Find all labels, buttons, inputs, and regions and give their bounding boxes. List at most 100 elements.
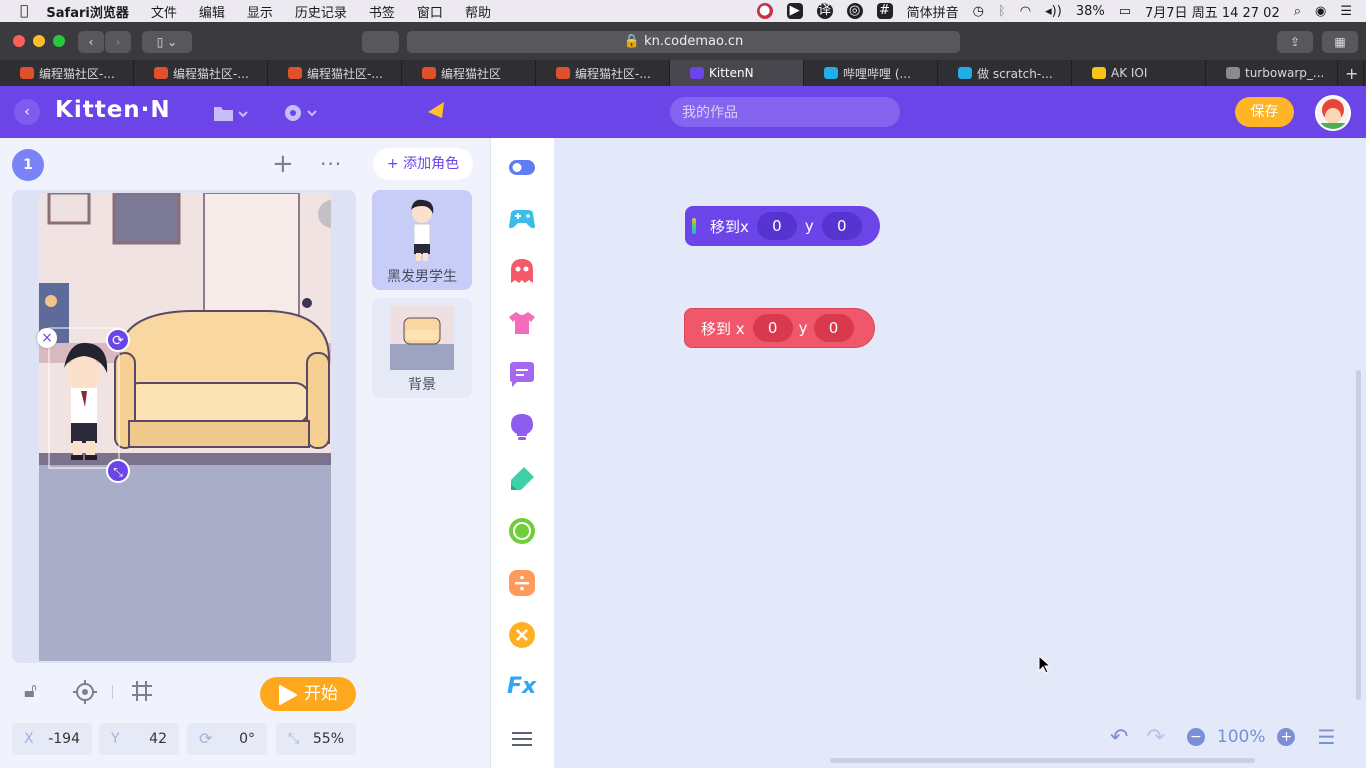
toolbar-pointer-icon[interactable] xyxy=(426,100,448,120)
wechat-icon[interactable]: ◎ xyxy=(846,3,863,19)
code-workspace[interactable]: 移到x 0 y 0 移到 x 0 y 0 xyxy=(554,138,1366,768)
menu-window[interactable]: 窗口 xyxy=(417,2,443,21)
cross-icon[interactable] xyxy=(507,620,537,650)
close-window-button[interactable] xyxy=(13,35,25,47)
folder-icon[interactable] xyxy=(212,104,250,122)
divide-icon[interactable] xyxy=(507,568,537,598)
sprite-card-student[interactable]: 黑发男学生 xyxy=(372,190,472,290)
play-icon[interactable]: ▶ xyxy=(786,3,803,19)
y-input[interactable]: 0 xyxy=(813,314,854,342)
input-method-label[interactable]: 简体拼音 xyxy=(907,2,959,21)
tab-4[interactable]: 编程猫社区-... xyxy=(536,60,670,86)
grid-icon[interactable] xyxy=(131,680,153,702)
x-coordinate-field[interactable]: X -194 xyxy=(12,723,92,755)
tab-3[interactable]: 编程猫社区 xyxy=(402,60,536,86)
shirt-icon[interactable] xyxy=(507,308,537,338)
sprite-card-background[interactable]: 背景 xyxy=(372,298,472,398)
toggle-icon[interactable] xyxy=(507,152,537,182)
target-center-icon[interactable] xyxy=(73,680,97,704)
gamepad-icon[interactable] xyxy=(507,204,537,234)
tab-9[interactable]: turbowarp_... xyxy=(1206,60,1338,86)
share-icon[interactable]: ⇪ xyxy=(1277,31,1313,53)
menu-icon[interactable] xyxy=(507,724,537,754)
more-options-icon[interactable]: ··· xyxy=(320,152,342,176)
bulb-icon[interactable] xyxy=(507,412,537,442)
record-icon[interactable]: ● xyxy=(756,3,773,19)
stage-canvas[interactable] xyxy=(39,193,331,661)
sidebar-toggle-icon[interactable]: ▯ ⌄ xyxy=(142,31,192,53)
add-sprite-button[interactable]: + 添加角色 xyxy=(373,148,473,180)
spotlight-icon[interactable]: ⌕ xyxy=(1294,4,1301,19)
y-input[interactable]: 0 xyxy=(821,212,862,240)
ghost-icon[interactable] xyxy=(507,256,537,286)
scene-number-badge[interactable]: 1 xyxy=(12,149,44,181)
battery-icon[interactable]: ▭ xyxy=(1119,4,1131,19)
app-logo[interactable]: Kitten·N xyxy=(55,97,171,123)
zoom-window-button[interactable] xyxy=(53,35,65,47)
menu-file[interactable]: 文件 xyxy=(151,2,177,21)
y-coordinate-field[interactable]: Y 42 xyxy=(99,723,179,755)
wifi-icon[interactable]: ◠ xyxy=(1020,4,1031,19)
new-tab-button[interactable]: + xyxy=(1338,60,1364,86)
settings-gear-icon[interactable] xyxy=(283,103,321,123)
bluetooth-icon[interactable]: ᛒ xyxy=(998,4,1006,19)
scale-field[interactable]: ⤡ 55% xyxy=(276,723,356,755)
tab-2[interactable]: 编程猫社区-... xyxy=(268,60,402,86)
control-center-icon[interactable]: ☰ xyxy=(1340,4,1352,19)
resize-sprite-icon[interactable]: ⤡ xyxy=(106,459,130,483)
add-scene-icon[interactable]: + xyxy=(272,151,294,177)
start-button[interactable]: 开始 xyxy=(260,677,356,711)
tab-6[interactable]: 哔哩哔哩 (... xyxy=(804,60,938,86)
move-to-xy-block-red[interactable]: 移到 x 0 y 0 xyxy=(684,308,875,348)
rotation-value: 0° xyxy=(239,731,255,747)
rotate-sprite-icon[interactable]: ⟳ xyxy=(106,328,130,352)
circle-icon[interactable] xyxy=(507,516,537,546)
tab-label: 编程猫社区 xyxy=(441,66,502,81)
back-icon[interactable]: ‹ xyxy=(78,31,104,53)
menu-view[interactable]: 显示 xyxy=(247,2,273,21)
time-machine-icon[interactable]: ◷ xyxy=(973,4,984,19)
move-to-xy-block[interactable]: 移到x 0 y 0 xyxy=(685,206,880,246)
speech-bubble-icon[interactable] xyxy=(507,360,537,390)
clock[interactable]: 7月7日 周五 14 27 02 xyxy=(1145,2,1280,21)
zoom-in-icon[interactable]: + xyxy=(1277,728,1296,746)
input-method-icon[interactable]: # xyxy=(876,3,893,19)
tab-1[interactable]: 编程猫社区-... xyxy=(134,60,268,86)
volume-icon[interactable]: ◂)) xyxy=(1045,4,1062,19)
menu-help[interactable]: 帮助 xyxy=(465,2,491,21)
tab-8[interactable]: AK IOI xyxy=(1072,60,1206,86)
save-button[interactable]: 保存 xyxy=(1235,97,1294,127)
delete-sprite-icon[interactable]: × xyxy=(37,328,57,348)
tab-0[interactable]: 编程猫社区-... xyxy=(0,60,134,86)
my-works-search-input[interactable] xyxy=(670,97,900,127)
menu-bookmarks[interactable]: 书签 xyxy=(369,2,395,21)
align-blocks-icon[interactable]: ☰ xyxy=(1317,725,1335,749)
horizontal-scrollbar[interactable] xyxy=(830,758,1255,763)
undo-icon[interactable]: ↶ xyxy=(1110,725,1128,750)
x-input[interactable]: 0 xyxy=(756,212,797,240)
tab-overview-icon[interactable]: ▦ xyxy=(1322,31,1358,53)
turbowarp-favicon-icon xyxy=(1226,67,1240,79)
minimize-window-button[interactable] xyxy=(33,35,45,47)
fx-icon[interactable]: Fx xyxy=(507,672,537,702)
address-bar[interactable]: 🔒 kn.codemao.cn xyxy=(407,31,960,53)
apple-icon[interactable]:  xyxy=(20,3,28,19)
menu-edit[interactable]: 编辑 xyxy=(199,2,225,21)
vertical-scrollbar[interactable] xyxy=(1356,370,1361,700)
translate-icon[interactable]: 译 xyxy=(816,3,833,19)
zoom-out-icon[interactable]: − xyxy=(1186,728,1205,746)
pen-icon[interactable] xyxy=(507,464,537,494)
forward-icon[interactable]: › xyxy=(105,31,131,53)
menu-history[interactable]: 历史记录 xyxy=(295,2,347,21)
tab-5[interactable]: KittenN xyxy=(670,60,804,86)
lock-icon[interactable]: 🔓︎ xyxy=(24,678,37,702)
menu-app-name[interactable]: Safari浏览器 xyxy=(46,2,128,21)
user-avatar[interactable] xyxy=(1315,95,1351,131)
privacy-shield-icon[interactable] xyxy=(362,31,399,53)
back-button[interactable]: ‹ xyxy=(14,99,40,125)
siri-icon[interactable]: ◉ xyxy=(1315,4,1326,19)
tab-7[interactable]: 做 scratch-... xyxy=(938,60,1072,86)
x-input[interactable]: 0 xyxy=(752,314,793,342)
redo-icon[interactable]: ↷ xyxy=(1146,725,1164,750)
rotation-field[interactable]: ⟳ 0° xyxy=(187,723,267,755)
